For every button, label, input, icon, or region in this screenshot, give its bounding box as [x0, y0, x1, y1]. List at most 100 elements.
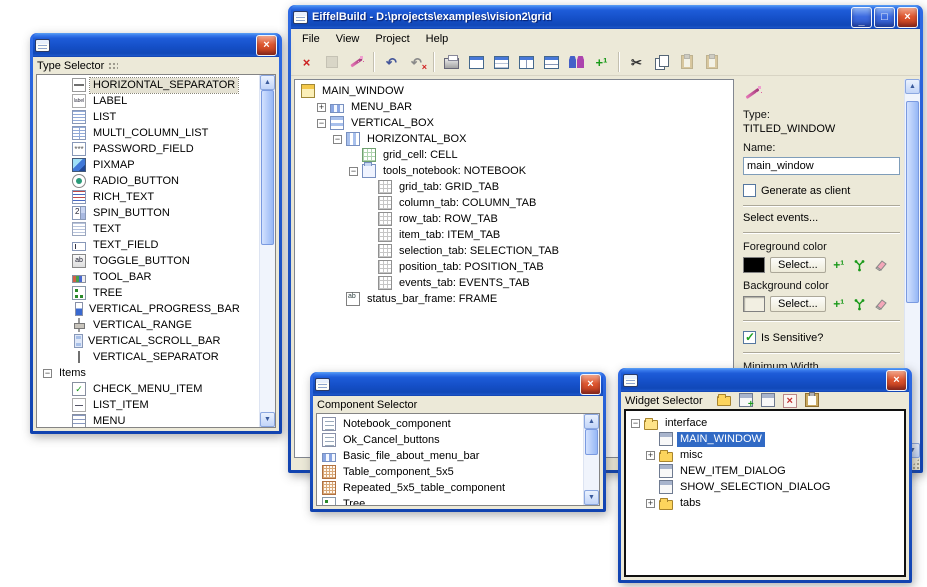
collapse-icon[interactable]: − [43, 369, 52, 378]
component-item[interactable]: Notebook_component [317, 416, 583, 432]
hierarchy-item[interactable]: grid_cell: CELL [295, 147, 733, 163]
type-item[interactable]: TEXT [37, 221, 259, 237]
widget-item[interactable]: NEW_ITEM_DIALOG [626, 463, 904, 479]
type-item[interactable]: RADIO_BUTTON [37, 173, 259, 189]
component-item[interactable]: Basic_file_about_menu_bar [317, 448, 583, 464]
widget-item[interactable]: SHOW_SELECTION_DIALOG [626, 479, 904, 495]
preview-split-button[interactable] [515, 51, 538, 73]
copy-button[interactable] [650, 51, 673, 73]
type-item[interactable]: TOOL_BAR [37, 269, 259, 285]
scroll-down-button[interactable]: ▼ [584, 490, 599, 505]
add-one-button[interactable]: +¹ [590, 51, 613, 73]
foreground-select-button[interactable]: Select... [770, 257, 826, 273]
is-sensitive-checkbox[interactable]: Is Sensitive? [743, 331, 900, 344]
component-item[interactable]: Tree [317, 496, 583, 505]
dock-handle-icon[interactable] [108, 62, 118, 70]
type-item[interactable]: MENU [37, 413, 259, 427]
menu-help[interactable]: Help [418, 31, 457, 47]
type-selector-scrollbar[interactable]: ▲▼ [259, 75, 275, 427]
type-item[interactable]: −Items [37, 365, 259, 381]
scrollbar-track[interactable] [584, 429, 599, 490]
background-pick-icon[interactable] [852, 297, 868, 312]
scrollbar-thumb[interactable] [261, 90, 274, 245]
type-item[interactable]: LIST [37, 109, 259, 125]
type-item[interactable]: PIXMAP [37, 157, 259, 173]
component-item[interactable]: Ok_Cancel_buttons [317, 432, 583, 448]
expand-icon[interactable]: + [646, 499, 655, 508]
show-widget-button[interactable] [761, 393, 779, 410]
background-color-swatch[interactable] [743, 296, 765, 312]
close-button[interactable]: × [886, 370, 907, 391]
hierarchy-item[interactable]: MAIN_WINDOW [295, 83, 733, 99]
foreground-add-icon[interactable]: +¹ [831, 258, 847, 273]
wand-button[interactable] [345, 51, 368, 73]
collapse-icon[interactable]: − [631, 419, 640, 428]
scroll-up-button[interactable]: ▲ [905, 79, 920, 94]
generate-client-checkbox[interactable]: Generate as client [743, 184, 900, 197]
hierarchy-item[interactable]: status_bar_frame: FRAME [295, 291, 733, 307]
type-item[interactable]: CHECK_MENU_ITEM [37, 381, 259, 397]
scrollbar-track[interactable] [260, 90, 275, 412]
hierarchy-item[interactable]: selection_tab: SELECTION_TAB [295, 243, 733, 259]
background-select-button[interactable]: Select... [770, 296, 826, 312]
scroll-up-button[interactable]: ▲ [260, 75, 275, 90]
type-item[interactable]: VERTICAL_RANGE [37, 317, 259, 333]
type-item[interactable]: SPIN_BUTTON [37, 205, 259, 221]
preview-form-button[interactable] [540, 51, 563, 73]
hierarchy-item[interactable]: events_tab: EVENTS_TAB [295, 275, 733, 291]
type-selector-titlebar[interactable]: × [33, 33, 279, 57]
type-item[interactable]: PASSWORD_FIELD [37, 141, 259, 157]
cut-button[interactable]: ✂ [625, 51, 648, 73]
preview-window-button[interactable] [465, 51, 488, 73]
component-selector-scrollbar[interactable]: ▲▼ [583, 414, 599, 505]
save-button[interactable] [320, 51, 343, 73]
paste-widget-button[interactable] [805, 393, 823, 410]
name-input[interactable] [743, 157, 900, 175]
generate-button[interactable] [440, 51, 463, 73]
expand-icon[interactable]: + [646, 451, 655, 460]
hierarchy-item[interactable]: −tools_notebook: NOTEBOOK [295, 163, 733, 179]
hierarchy-item[interactable]: −HORIZONTAL_BOX [295, 131, 733, 147]
menu-view[interactable]: View [328, 31, 368, 47]
type-item[interactable]: HORIZONTAL_SEPARATOR [37, 77, 259, 93]
type-item[interactable]: TREE [37, 285, 259, 301]
type-item[interactable]: VERTICAL_PROGRESS_BAR [37, 301, 259, 317]
users-button[interactable] [565, 51, 588, 73]
background-add-icon[interactable]: +¹ [831, 297, 847, 312]
preview-grid-button[interactable] [490, 51, 513, 73]
delete-widget-button[interactable] [783, 394, 801, 408]
hierarchy-item[interactable]: +MENU_BAR [295, 99, 733, 115]
hierarchy-item[interactable]: column_tab: COLUMN_TAB [295, 195, 733, 211]
collapse-icon[interactable]: − [349, 167, 358, 176]
select-events-button[interactable]: Select events... [743, 212, 900, 224]
collapse-icon[interactable]: − [333, 135, 342, 144]
hierarchy-item[interactable]: −VERTICAL_BOX [295, 115, 733, 131]
close-button[interactable]: × [580, 374, 601, 395]
undo-button[interactable]: ↶ [380, 51, 403, 73]
type-item[interactable]: VERTICAL_SCROLL_BAR [37, 333, 259, 349]
undo-all-button[interactable]: ↶× [405, 51, 428, 73]
scrollbar-thumb[interactable] [906, 101, 919, 303]
menu-project[interactable]: Project [367, 31, 417, 47]
type-item[interactable]: LABEL [37, 93, 259, 109]
type-item[interactable]: RICH_TEXT [37, 189, 259, 205]
collapse-icon[interactable]: − [317, 119, 326, 128]
paste-button[interactable] [675, 51, 698, 73]
scroll-up-button[interactable]: ▲ [584, 414, 599, 429]
type-item[interactable]: VERTICAL_SEPARATOR [37, 349, 259, 365]
maximize-button[interactable]: □ [874, 7, 895, 28]
scrollbar-thumb[interactable] [585, 429, 598, 455]
delete-button[interactable]: × [295, 51, 318, 73]
hierarchy-item[interactable]: item_tab: ITEM_TAB [295, 227, 733, 243]
widget-selector-titlebar[interactable]: × [621, 368, 909, 392]
scroll-down-button[interactable]: ▼ [260, 412, 275, 427]
expand-icon[interactable]: + [317, 103, 326, 112]
type-item[interactable]: TEXT_FIELD [37, 237, 259, 253]
close-button[interactable]: × [256, 35, 277, 56]
component-item[interactable]: Table_component_5x5 [317, 464, 583, 480]
foreground-erase-icon[interactable] [873, 258, 889, 273]
component-selector-titlebar[interactable]: × [313, 372, 603, 396]
widget-item[interactable]: +tabs [626, 495, 904, 511]
hierarchy-item[interactable]: row_tab: ROW_TAB [295, 211, 733, 227]
widget-item[interactable]: +misc [626, 447, 904, 463]
